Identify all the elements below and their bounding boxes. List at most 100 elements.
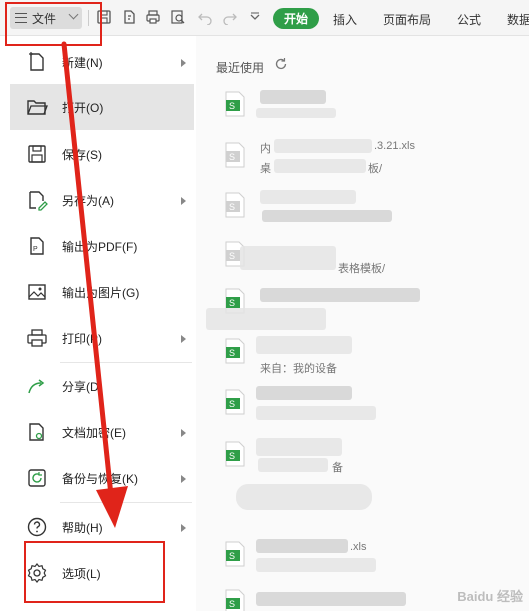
recent-path: 表格模板/ (338, 263, 386, 275)
redacted-path (206, 308, 326, 330)
redacted-path (256, 558, 376, 572)
doc-encrypt-icon (26, 421, 48, 443)
redacted-filename (256, 386, 352, 400)
menu-item-label: 分享(D) (62, 380, 103, 394)
spreadsheet-file-icon[interactable]: S (224, 142, 246, 168)
menu-item-label: 另存为(A) (62, 194, 114, 208)
menu-item-save-as[interactable]: 另存为(A) (10, 177, 194, 223)
printer-icon (26, 327, 48, 349)
quick-access-dropdown-icon[interactable] (247, 9, 263, 25)
redacted-filename (260, 90, 326, 104)
redacted-filename (274, 139, 372, 153)
menu-item-label: 输出为PDF(F) (62, 240, 138, 254)
menu-item-print[interactable]: 打印(P) (10, 315, 194, 361)
svg-text:S: S (229, 599, 235, 609)
recent-filename: .xls (350, 541, 367, 553)
svg-text:S: S (229, 348, 235, 358)
redacted-filename (260, 190, 356, 204)
spreadsheet-file-icon[interactable]: S (224, 91, 246, 117)
undo-icon[interactable] (197, 9, 213, 26)
submenu-arrow-icon (181, 475, 186, 483)
watermark: Baidu 经验 (457, 589, 523, 604)
new-file-icon (26, 51, 48, 73)
svg-text:S: S (229, 551, 235, 561)
redacted-filename (260, 288, 420, 302)
recent-path: 备 (332, 462, 343, 474)
share-icon (26, 375, 48, 397)
recent-filename: 内 (260, 143, 271, 155)
menu-item-save[interactable]: 保存(S) (10, 131, 194, 177)
spreadsheet-file-icon[interactable]: S (224, 192, 246, 218)
redacted-filename (256, 438, 342, 456)
submenu-arrow-icon (181, 335, 186, 343)
print-preview-icon[interactable] (170, 9, 186, 25)
menu-divider (60, 502, 192, 503)
redacted-path (256, 108, 336, 118)
svg-text:S: S (229, 152, 235, 162)
redacted-filename (240, 246, 336, 270)
submenu-arrow-icon (181, 524, 186, 532)
menu-item-backup[interactable]: 备份与恢复(K) (10, 455, 194, 501)
save-icon (26, 143, 48, 165)
tab-page-layout[interactable]: 页面布局 (383, 11, 431, 28)
redacted-path (274, 159, 366, 173)
tab-data[interactable]: 数据 (507, 11, 529, 28)
spreadsheet-file-icon[interactable]: S (224, 541, 246, 567)
menu-item-label: 打印(P) (62, 332, 102, 346)
tab-insert[interactable]: 插入 (333, 11, 357, 28)
redacted-path (258, 458, 328, 472)
redacted-filename (256, 592, 406, 606)
recent-path: 板/ (368, 163, 383, 175)
menu-item-label: 输出为图片(G) (62, 286, 140, 300)
svg-text:P: P (33, 246, 38, 253)
menu-item-label: 帮助(H) (62, 521, 103, 535)
refresh-icon[interactable] (274, 57, 288, 71)
tab-start[interactable]: 开始 (273, 8, 319, 29)
backup-icon (26, 467, 48, 489)
menu-item-label: 打开(O) (62, 101, 104, 115)
redacted-filename (256, 539, 348, 553)
print-icon[interactable] (145, 9, 161, 25)
redacted-path (262, 210, 392, 222)
svg-text:S: S (229, 202, 235, 212)
submenu-arrow-icon (181, 197, 186, 205)
recent-filename: .3.21.xls (374, 140, 415, 152)
menu-item-label: 保存(S) (62, 148, 102, 162)
menu-item-share[interactable]: 分享(D) (10, 363, 194, 409)
export-icon[interactable] (121, 9, 137, 25)
recent-path: 来自：我的设备 (260, 363, 337, 375)
svg-text:S: S (229, 251, 235, 261)
spreadsheet-file-icon[interactable]: S (224, 589, 246, 611)
menu-item-export-image[interactable]: 输出为图片(G) (10, 269, 194, 315)
recent-files-panel: 最近使用 S S 内 .3.21.xls 桌 板/ S S 表格模板/ S S … (196, 36, 529, 611)
menu-item-label: 文档加密(E) (62, 426, 126, 440)
menu-item-open[interactable]: 打开(O) (10, 84, 194, 130)
annotation-box-options (24, 541, 165, 603)
image-export-icon (26, 281, 48, 303)
redacted-filename (256, 336, 352, 354)
tab-formulas[interactable]: 公式 (457, 11, 481, 28)
spreadsheet-file-icon[interactable]: S (224, 389, 246, 415)
spreadsheet-file-icon[interactable]: S (224, 441, 246, 467)
file-menu-panel: 新建(N) 打开(O) 保存(S) 另存为(A) P 输出为PDF(F) 输出为… (0, 36, 196, 611)
spreadsheet-file-icon[interactable]: S (224, 338, 246, 364)
menu-item-export-pdf[interactable]: P 输出为PDF(F) (10, 223, 194, 269)
folder-open-icon (26, 96, 48, 118)
recent-path: 桌 (260, 163, 271, 175)
svg-text:S: S (229, 399, 235, 409)
menu-item-label: 备份与恢复(K) (62, 472, 138, 486)
svg-text:S: S (229, 298, 235, 308)
menu-item-label: 新建(N) (62, 56, 103, 70)
redacted-path (256, 406, 376, 420)
svg-text:S: S (229, 451, 235, 461)
menu-item-encrypt[interactable]: 文档加密(E) (10, 409, 194, 455)
pdf-export-icon: P (26, 235, 48, 257)
help-icon (26, 516, 48, 538)
recent-header: 最近使用 (216, 61, 265, 75)
svg-text:S: S (229, 101, 235, 111)
submenu-arrow-icon (181, 429, 186, 437)
redo-icon[interactable] (222, 9, 238, 26)
redacted-filename (236, 484, 372, 510)
annotation-box-file (5, 2, 102, 46)
submenu-arrow-icon (181, 59, 186, 67)
